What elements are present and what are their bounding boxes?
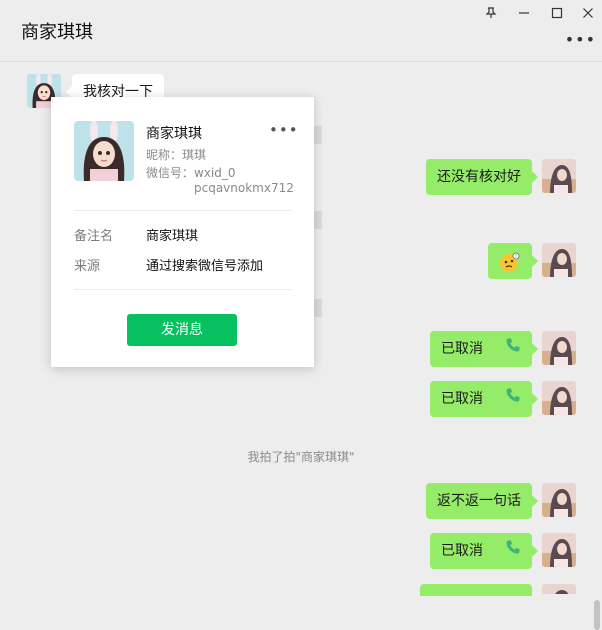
my-avatar[interactable] bbox=[542, 381, 576, 415]
profile-nickname: 昵称：琪琪 bbox=[146, 148, 207, 162]
chat-header: 商家琪琪 ••• bbox=[0, 0, 602, 62]
my-avatar[interactable] bbox=[542, 159, 576, 193]
my-avatar[interactable] bbox=[542, 533, 576, 567]
system-message: 我拍了拍"商家琪琪" bbox=[247, 450, 355, 464]
divider bbox=[74, 210, 292, 211]
phone-icon bbox=[505, 533, 521, 569]
phone-icon bbox=[505, 331, 521, 367]
hidden-bubble-fragment bbox=[314, 299, 322, 317]
call-cancelled-bubble[interactable]: 已取消 bbox=[430, 381, 538, 417]
maximize-icon[interactable] bbox=[548, 4, 566, 22]
my-avatar[interactable] bbox=[542, 243, 576, 277]
message-bubble-partial[interactable] bbox=[420, 584, 532, 596]
source-value: 通过搜索微信号添加 bbox=[146, 259, 264, 274]
minimize-icon[interactable] bbox=[515, 4, 533, 22]
thinking-emoji-icon: ? bbox=[498, 251, 520, 287]
scrollbar[interactable] bbox=[594, 600, 600, 630]
send-message-button[interactable]: 发消息 bbox=[127, 314, 237, 346]
call-cancelled-bubble[interactable]: 已取消 bbox=[430, 331, 538, 367]
call-cancelled-bubble[interactable]: 已取消 bbox=[430, 533, 538, 569]
message-text: 已取消 bbox=[441, 543, 483, 559]
my-avatar[interactable] bbox=[542, 331, 576, 365]
close-icon[interactable] bbox=[579, 4, 597, 22]
more-icon[interactable]: ••• bbox=[565, 30, 596, 49]
profile-name: 商家琪琪 bbox=[146, 126, 202, 142]
pin-icon[interactable] bbox=[482, 4, 500, 22]
chat-title: 商家琪琪 bbox=[21, 22, 93, 43]
profile-wxid-continued: pcqavnokmx712 bbox=[194, 181, 294, 195]
my-avatar[interactable] bbox=[542, 483, 576, 517]
hidden-bubble-fragment bbox=[314, 211, 322, 229]
phone-icon bbox=[505, 381, 521, 417]
my-avatar[interactable] bbox=[542, 584, 576, 594]
divider bbox=[74, 289, 292, 290]
hidden-bubble-fragment bbox=[314, 126, 322, 144]
remark-label: 备注名 bbox=[74, 229, 114, 244]
profile-avatar[interactable] bbox=[74, 121, 134, 181]
profile-card: 商家琪琪 ••• 昵称：琪琪 微信号：wxid_0 pcqavnokmx712 … bbox=[51, 97, 314, 367]
message-bubble[interactable]: ? bbox=[488, 243, 538, 279]
profile-wxid: 微信号：wxid_0 bbox=[146, 166, 236, 180]
more-icon[interactable]: ••• bbox=[269, 121, 299, 139]
message-text: 已取消 bbox=[441, 341, 483, 357]
remark-value[interactable]: 商家琪琪 bbox=[146, 225, 198, 244]
source-label: 来源 bbox=[74, 259, 101, 274]
message-bubble[interactable]: 返不返一句话 bbox=[426, 483, 538, 519]
message-text: 已取消 bbox=[441, 391, 483, 407]
message-bubble[interactable]: 还没有核对好 bbox=[426, 159, 538, 195]
